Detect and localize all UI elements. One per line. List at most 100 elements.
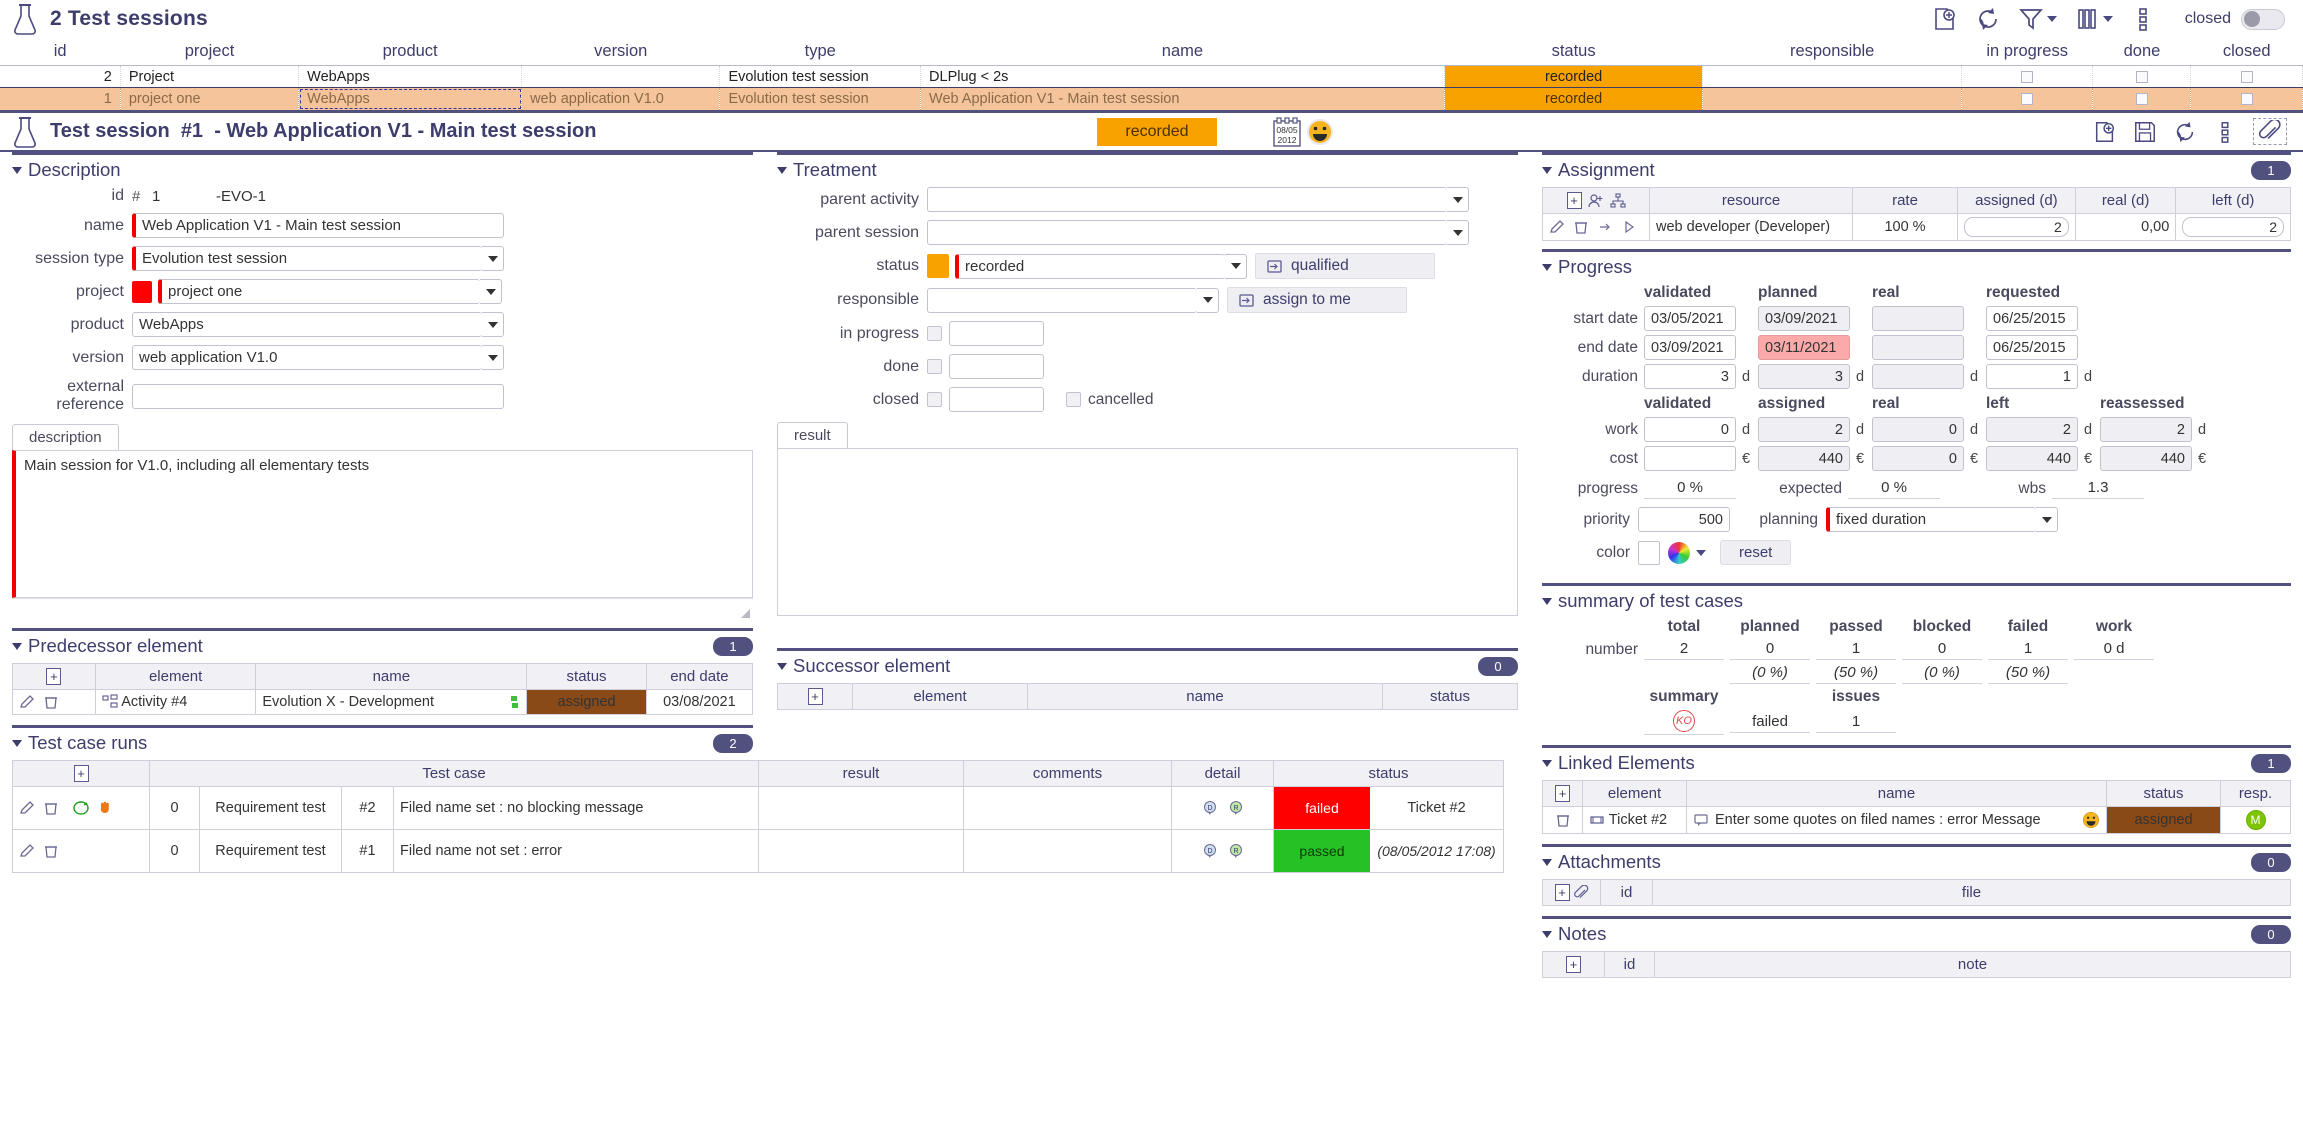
session-type-select[interactable]: Evolution test session (132, 246, 504, 271)
add-document-icon[interactable] (1932, 6, 1958, 32)
checkbox-closed[interactable] (2241, 93, 2253, 105)
table-row[interactable]: web developer (Developer) 100 % 2 0,00 2 (1543, 214, 2291, 241)
parent-activity-select[interactable] (927, 187, 1469, 212)
delete-trash-icon[interactable] (43, 800, 59, 816)
status-dropdown-button[interactable] (1225, 254, 1247, 279)
add-assignment-button[interactable]: + (1567, 192, 1582, 209)
collapse-triangle-icon[interactable] (777, 663, 787, 670)
detail-d-balloon-icon[interactable]: D (1202, 843, 1218, 859)
col-type[interactable]: type (720, 38, 921, 66)
name-input[interactable]: Web Application V1 - Main test session (132, 213, 504, 238)
collapse-triangle-icon[interactable] (1542, 931, 1552, 938)
delete-trash-icon[interactable] (1555, 812, 1571, 828)
assign-to-me-button[interactable]: assign to me (1227, 287, 1407, 313)
product-select[interactable]: WebApps (132, 312, 504, 337)
col-product[interactable]: product (299, 38, 522, 66)
run-test-icon[interactable] (73, 800, 89, 816)
planning-value[interactable]: fixed duration (1826, 507, 2036, 532)
save-icon[interactable] (2133, 120, 2157, 144)
qualified-button[interactable]: qualified (1255, 253, 1435, 279)
record-status-badge[interactable]: recorded (1097, 118, 1217, 146)
reassign-icon[interactable] (1597, 219, 1613, 235)
parent-activity-value[interactable] (927, 187, 1447, 212)
add-note-button[interactable]: + (1566, 956, 1581, 973)
delete-trash-icon[interactable] (1573, 219, 1589, 235)
table-row[interactable]: Ticket #2 Enter some quotes on filed nam… (1543, 807, 2291, 834)
org-chart-icon[interactable] (1610, 193, 1626, 209)
checkbox-in-progress[interactable] (2021, 71, 2033, 83)
color-reset-button[interactable]: reset (1720, 540, 1791, 565)
priority-input[interactable]: 500 (1638, 507, 1730, 532)
project-select[interactable]: project one (158, 279, 502, 304)
more-options-icon[interactable] (2213, 120, 2237, 144)
table-row[interactable]: 0 Requirement test #1 Filed name not set… (13, 830, 1504, 873)
end-date-validated[interactable]: 03/09/2021 (1644, 335, 1736, 360)
detail-r-balloon-icon[interactable]: R (1228, 800, 1244, 816)
col-done[interactable]: done (2093, 38, 2191, 66)
cancelled-checkbox[interactable] (1066, 392, 1081, 407)
closed-filter-toggle[interactable]: closed (2185, 9, 2285, 30)
edit-pencil-icon[interactable] (19, 843, 35, 859)
external-reference-input[interactable] (132, 384, 504, 409)
add-linked-element-button[interactable]: + (1555, 785, 1570, 802)
assigned-days-input[interactable]: 2 (1964, 217, 2069, 237)
planning-select[interactable]: fixed duration (1826, 507, 2058, 532)
project-color-swatch[interactable] (132, 281, 152, 303)
collapse-triangle-icon[interactable] (1542, 167, 1552, 174)
version-select[interactable]: web application V1.0 (132, 345, 504, 370)
add-document-icon[interactable] (2093, 120, 2117, 144)
cost-validated[interactable] (1644, 446, 1736, 471)
parent-session-dropdown-button[interactable] (1447, 220, 1469, 245)
col-project[interactable]: project (120, 38, 298, 66)
tab-description[interactable]: description (12, 424, 119, 450)
done-date-input[interactable] (949, 354, 1044, 379)
collapse-triangle-icon[interactable] (12, 643, 22, 650)
responsible-select[interactable] (927, 288, 1219, 313)
project-dropdown-button[interactable] (480, 279, 502, 304)
smiley-happy-icon[interactable] (1306, 118, 1334, 146)
add-predecessor-button[interactable]: + (46, 668, 61, 685)
table-row[interactable]: 0 Requirement test #2 Filed name set : n… (13, 787, 1504, 830)
checkbox-closed[interactable] (2241, 71, 2253, 83)
end-date-requested[interactable]: 06/25/2015 (1986, 335, 2078, 360)
attachment-icon[interactable] (2258, 120, 2282, 144)
link-flow-icon[interactable] (504, 694, 520, 710)
delete-trash-icon[interactable] (43, 694, 59, 710)
planning-dropdown-button[interactable] (2036, 507, 2058, 532)
closed-checkbox[interactable] (927, 392, 942, 407)
collapse-triangle-icon[interactable] (1542, 598, 1552, 605)
work-validated[interactable]: 0 (1644, 417, 1736, 442)
responsible-value[interactable] (927, 288, 1197, 313)
in-progress-date-input[interactable] (949, 321, 1044, 346)
tab-result[interactable]: result (777, 422, 848, 448)
responsible-dropdown-button[interactable] (1197, 288, 1219, 313)
project-value[interactable]: project one (158, 279, 480, 304)
status-select[interactable]: recorded (955, 254, 1247, 279)
play-triangle-icon[interactable] (1621, 219, 1637, 235)
filter-icon[interactable] (2018, 6, 2044, 32)
checkbox-done[interactable] (2136, 93, 2148, 105)
filter-control[interactable] (2018, 6, 2057, 32)
calendar-icon[interactable]: 08/05 2012 (1272, 116, 1302, 148)
parent-activity-dropdown-button[interactable] (1447, 187, 1469, 212)
columns-icon[interactable] (2074, 6, 2100, 32)
start-date-validated[interactable]: 03/05/2021 (1644, 306, 1736, 331)
stop-hand-icon[interactable] (97, 800, 113, 816)
color-value-swatch[interactable] (1638, 541, 1660, 565)
product-dropdown-button[interactable] (482, 312, 504, 337)
delete-trash-icon[interactable] (43, 843, 59, 859)
refresh-icon[interactable] (1975, 6, 2001, 32)
color-wheel-icon[interactable] (1668, 542, 1690, 564)
parent-session-select[interactable] (927, 220, 1469, 245)
chevron-down-icon[interactable] (2047, 16, 2057, 22)
add-test-case-run-button[interactable]: + (74, 765, 89, 782)
done-checkbox[interactable] (927, 359, 942, 374)
add-resource-icon[interactable] (1588, 193, 1604, 209)
session-type-dropdown-button[interactable] (482, 246, 504, 271)
col-version[interactable]: version (522, 38, 720, 66)
version-dropdown-button[interactable] (482, 345, 504, 370)
add-successor-button[interactable]: + (808, 688, 823, 705)
session-type-value[interactable]: Evolution test session (132, 246, 482, 271)
columns-control[interactable] (2074, 6, 2113, 32)
col-responsible[interactable]: responsible (1703, 38, 1962, 66)
